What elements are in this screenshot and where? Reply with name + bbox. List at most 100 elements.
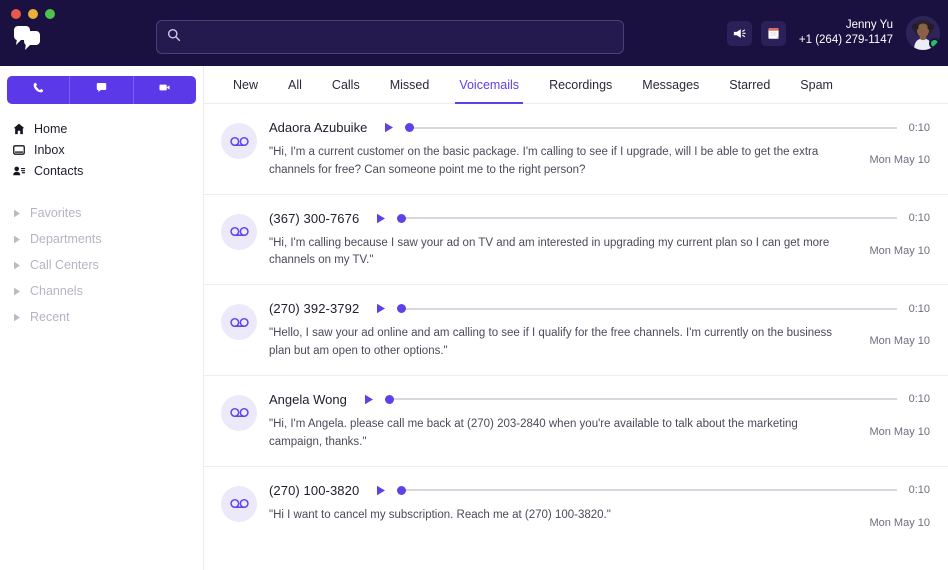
progress-line (402, 307, 897, 310)
sidebar-group-label: Departments (30, 232, 102, 246)
new-call-button[interactable] (7, 76, 71, 104)
search-input[interactable] (189, 28, 613, 46)
chevron-right-icon (13, 209, 29, 218)
sidebar-group-call-centers[interactable]: Call Centers (0, 252, 203, 278)
voicemail-footer: "Hi, I'm Angela. please call me back at … (269, 416, 930, 452)
progress-line (410, 126, 897, 129)
voicemail-icon (221, 123, 257, 159)
list-item[interactable]: (270) 100-3820 0:10 "Hi I want to cancel… (204, 467, 948, 543)
sidebar-group-label: Channels (30, 284, 83, 298)
transcript-text: "Hi, I'm a current customer on the basic… (269, 146, 819, 176)
tab-bar: New All Calls Missed Voicemails Recordin… (204, 66, 948, 104)
voicemail-content: (270) 392-3792 0:10 "Hello, I saw your a… (269, 299, 930, 361)
audio-player[interactable]: 0:10 (373, 212, 930, 224)
chevron-right-icon (13, 313, 29, 322)
voicemail-content: Angela Wong 0:10 "Hi, I'm Angela. please… (269, 390, 930, 452)
play-icon[interactable] (361, 394, 377, 405)
tab-starred[interactable]: Starred (714, 66, 785, 103)
duration-label: 0:10 (908, 484, 930, 496)
tab-missed[interactable]: Missed (375, 66, 445, 103)
user-phone: +1 (264) 279-1147 (798, 34, 893, 46)
progress-handle[interactable] (397, 304, 407, 314)
sidebar-item-home[interactable]: Home (0, 118, 203, 139)
new-video-button[interactable] (134, 76, 196, 104)
sidebar-item-label: Contacts (34, 163, 84, 178)
avatar[interactable] (906, 16, 940, 50)
voicemail-footer: "Hi, I'm calling because I saw your ad o… (269, 235, 930, 271)
voicemail-content: (270) 100-3820 0:10 "Hi I want to cancel… (269, 481, 930, 529)
sidebar-item-contacts[interactable]: Contacts (0, 160, 203, 181)
progress-handle[interactable] (405, 123, 415, 132)
list-item[interactable]: (270) 392-3792 0:10 "Hello, I saw your a… (204, 285, 948, 376)
header-actions: Jenny Yu +1 (264) 279-1147 (726, 0, 940, 66)
progress-track[interactable] (397, 303, 897, 315)
audio-player[interactable]: 0:10 (361, 393, 930, 405)
tab-calls[interactable]: Calls (317, 66, 375, 103)
tab-label: New (233, 77, 259, 92)
sidebar-item-inbox[interactable]: Inbox (0, 139, 203, 160)
maximize-window-button[interactable] (45, 9, 55, 19)
close-window-button[interactable] (11, 9, 21, 19)
list-item[interactable]: (367) 300-7676 0:10 "Hi, I'm calling bec… (204, 195, 948, 286)
progress-line (402, 217, 897, 220)
progress-track[interactable] (397, 484, 897, 496)
tab-messages[interactable]: Messages (627, 66, 714, 103)
caller-name: (367) 300-7676 (269, 210, 360, 226)
progress-handle[interactable] (397, 213, 407, 223)
minimize-window-button[interactable] (28, 9, 38, 19)
sidebar-group-departments[interactable]: Departments (0, 226, 203, 252)
video-icon (158, 81, 171, 99)
caller-name: (270) 100-3820 (269, 482, 360, 498)
play-icon[interactable] (373, 213, 389, 224)
notepad-icon[interactable] (760, 20, 786, 46)
tab-spam[interactable]: Spam (785, 66, 848, 103)
sidebar-group-recent[interactable]: Recent (0, 304, 203, 330)
progress-handle[interactable] (384, 394, 394, 404)
progress-track[interactable] (405, 122, 897, 134)
list-item[interactable]: Angela Wong 0:10 "Hi, I'm Angela. please… (204, 376, 948, 467)
user-name: Jenny Yu (845, 19, 893, 32)
inbox-icon (12, 143, 32, 157)
tab-all[interactable]: All (273, 66, 317, 103)
app-body: Home Inbox Contacts Favorites Department… (0, 66, 948, 570)
audio-player[interactable]: 0:10 (373, 484, 930, 496)
voicemail-header: (367) 300-7676 0:10 (269, 209, 930, 228)
sidebar-item-label: Inbox (34, 142, 65, 157)
tab-voicemails[interactable]: Voicemails (444, 66, 534, 104)
tab-label: Spam (800, 77, 833, 92)
progress-handle[interactable] (397, 485, 407, 495)
tab-recordings[interactable]: Recordings (534, 66, 627, 103)
caller-name: Adaora Azubuike (269, 120, 368, 135)
tab-label: Calls (331, 77, 360, 92)
message-icon (95, 81, 108, 99)
search-icon (167, 28, 181, 47)
user-info[interactable]: Jenny Yu +1 (264) 279-1147 (799, 18, 893, 48)
progress-track[interactable] (397, 212, 897, 224)
announcement-icon[interactable] (726, 20, 752, 46)
tab-label: All (288, 77, 302, 92)
chat-bubbles-logo[interactable] (10, 26, 44, 52)
audio-player[interactable]: 0:10 (381, 122, 930, 134)
progress-track[interactable] (384, 393, 897, 405)
audio-player[interactable]: 0:10 (373, 303, 930, 315)
transcript-text: "Hi, I'm Angela. please call me back at … (269, 417, 798, 448)
play-icon[interactable] (373, 485, 389, 496)
voicemail-list: Adaora Azubuike 0:10 "Hi, I'm a current … (204, 104, 948, 570)
sidebar-group-favorites[interactable]: Favorites (0, 200, 203, 226)
new-message-button[interactable] (70, 76, 134, 104)
search-bar[interactable] (156, 20, 624, 54)
play-icon[interactable] (373, 303, 389, 314)
voicemail-icon (221, 394, 257, 431)
voicemail-header: (270) 392-3792 0:10 (269, 299, 930, 318)
chevron-right-icon (13, 287, 29, 296)
window-controls (11, 9, 55, 19)
caller-name: (270) 392-3792 (269, 301, 360, 317)
tab-label: Starred (729, 77, 771, 92)
titlebar: Jenny Yu +1 (264) 279-1147 (0, 0, 948, 66)
tab-new[interactable]: New (218, 66, 273, 103)
timestamp-label: Mon May 10 (869, 516, 930, 529)
list-item[interactable]: Adaora Azubuike 0:10 "Hi, I'm a current … (204, 104, 948, 195)
sidebar-group-channels[interactable]: Channels (0, 278, 203, 304)
play-icon[interactable] (381, 122, 397, 133)
